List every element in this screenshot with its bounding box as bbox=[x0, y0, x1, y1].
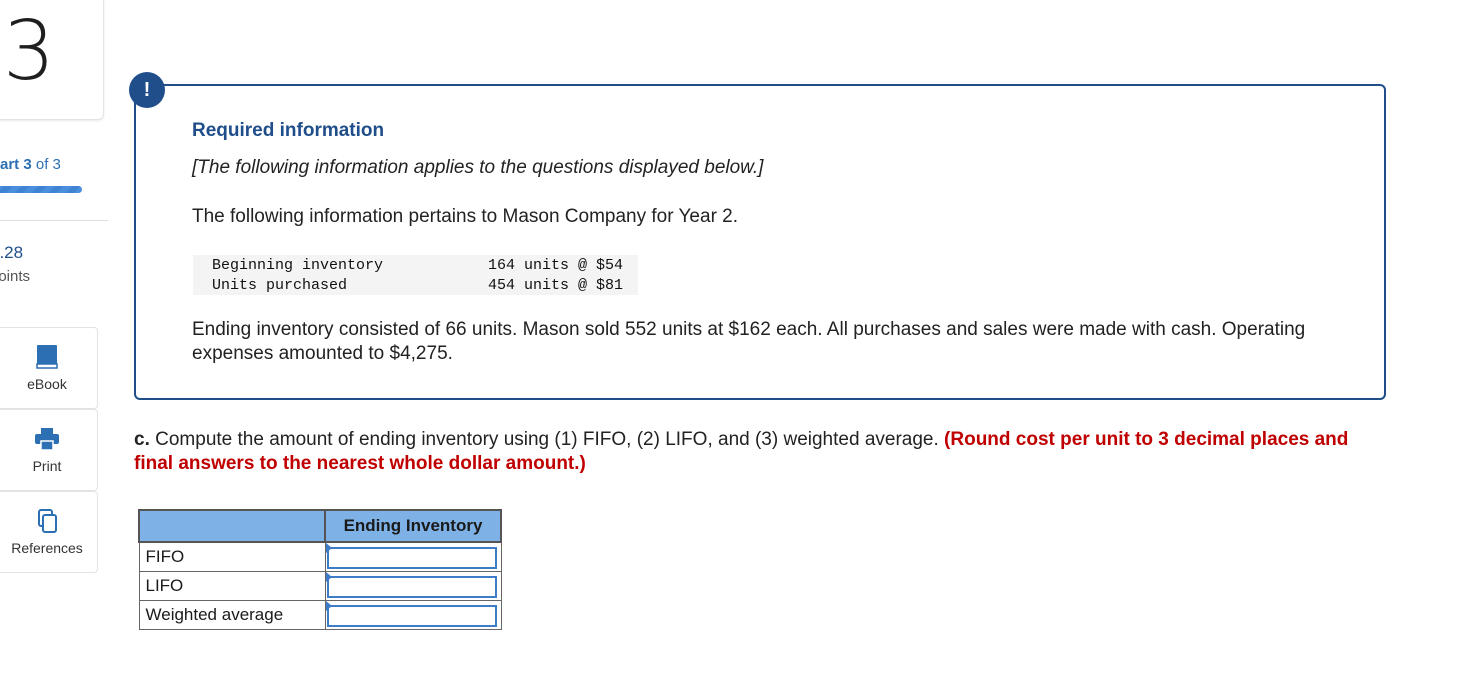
printer-icon bbox=[35, 428, 59, 451]
copy-icon bbox=[38, 509, 57, 533]
inventory-row-value: 454 units @ $81 bbox=[471, 275, 638, 295]
inventory-row-label: Beginning inventory bbox=[193, 255, 471, 275]
alert-icon: ! bbox=[129, 72, 165, 108]
method-label: Weighted average bbox=[138, 600, 326, 630]
answer-cell bbox=[324, 541, 502, 572]
ending-inventory-header: Ending Inventory bbox=[324, 509, 502, 543]
part-progress-bar bbox=[0, 186, 82, 193]
required-info-note: [The following information applies to th… bbox=[192, 157, 764, 178]
references-label: References bbox=[11, 540, 83, 556]
ending-inventory-description: Ending inventory consisted of 66 units. … bbox=[192, 319, 1306, 364]
method-label: FIFO bbox=[138, 541, 326, 572]
part-total: of 3 bbox=[35, 156, 61, 173]
input-flag-icon bbox=[325, 572, 332, 582]
question-number: 3 bbox=[3, 4, 56, 99]
question-letter: c. bbox=[134, 429, 150, 450]
table-row: Beginning inventory 164 units @ $54 bbox=[193, 255, 638, 275]
question-number-card: 3 bbox=[0, 0, 104, 120]
input-flag-icon bbox=[325, 543, 332, 553]
lifo-ending-inventory-input[interactable] bbox=[326, 575, 497, 598]
blank-header-cell bbox=[138, 509, 326, 543]
score-label: points bbox=[0, 268, 31, 285]
question-text: Compute the amount of ending inventory u… bbox=[149, 429, 945, 450]
book-icon bbox=[36, 345, 58, 369]
ebook-label: eBook bbox=[27, 376, 67, 392]
rail-divider bbox=[0, 220, 108, 221]
part-word: Part bbox=[0, 156, 20, 173]
inventory-row-value: 164 units @ $54 bbox=[471, 255, 638, 275]
answer-cell bbox=[324, 571, 502, 601]
input-flag-icon bbox=[325, 601, 332, 611]
table-row: Weighted average bbox=[138, 600, 502, 630]
inventory-row-label: Units purchased bbox=[193, 275, 471, 295]
weighted-average-ending-inventory-input[interactable] bbox=[326, 604, 497, 627]
part-number: 3 bbox=[23, 156, 32, 173]
ebook-button[interactable]: eBook bbox=[0, 327, 98, 409]
inventory-data-table: Beginning inventory 164 units @ $54 Unit… bbox=[193, 255, 638, 295]
part-indicator: Part 3 of 3 bbox=[0, 156, 61, 173]
fifo-ending-inventory-input[interactable] bbox=[326, 546, 497, 569]
question-prompt: c. Compute the amount of ending inventor… bbox=[134, 428, 1354, 476]
company-intro: The following information pertains to Ma… bbox=[192, 206, 739, 227]
required-info-title: Required information bbox=[192, 120, 385, 141]
table-row: LIFO bbox=[138, 571, 502, 601]
references-button[interactable]: References bbox=[0, 491, 98, 573]
table-row: Units purchased 454 units @ $81 bbox=[193, 275, 638, 295]
answer-cell bbox=[324, 600, 502, 630]
answer-table: Ending Inventory FIFO LIFO Weighted aver… bbox=[138, 509, 502, 630]
answer-header-row: Ending Inventory bbox=[138, 509, 502, 543]
method-label: LIFO bbox=[138, 571, 326, 601]
print-label: Print bbox=[32, 458, 62, 474]
table-row: FIFO bbox=[138, 541, 502, 572]
score-value: 4.28 bbox=[0, 243, 24, 262]
print-button[interactable]: Print bbox=[0, 409, 98, 491]
